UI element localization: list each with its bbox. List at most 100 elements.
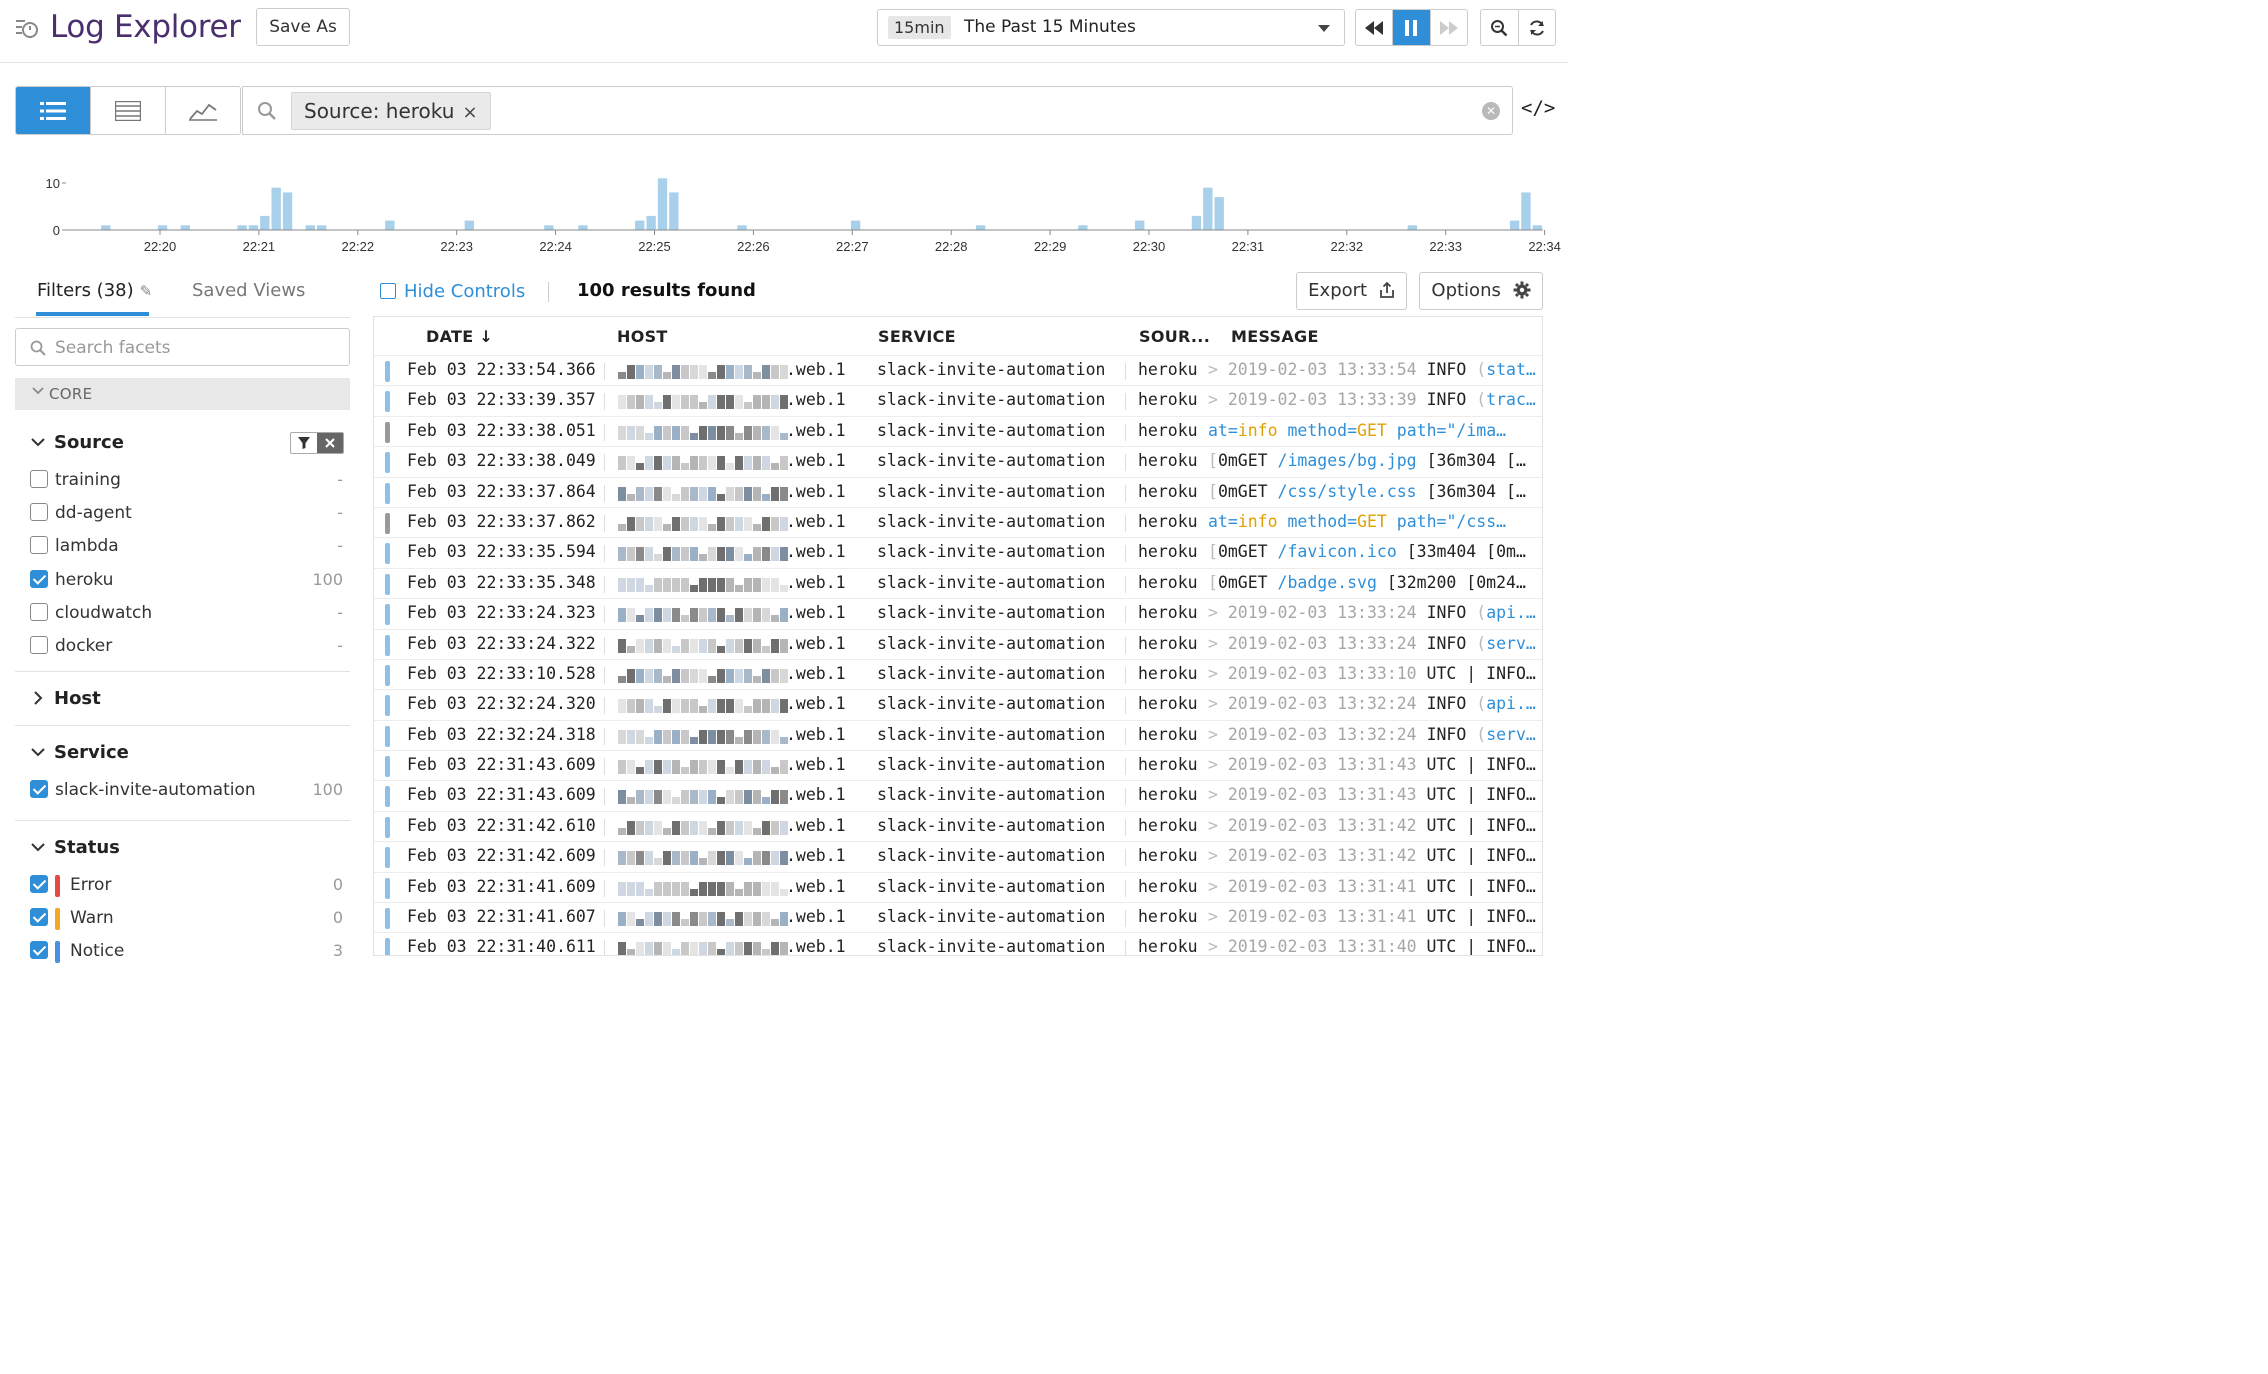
checkbox[interactable] — [30, 780, 48, 798]
facet-item[interactable]: Notice 3 — [30, 938, 345, 964]
histogram-bar[interactable] — [101, 225, 111, 230]
log-message[interactable]: at=info method=GET path="/css… — [1208, 512, 1538, 531]
tab-filters[interactable]: Filters (38) ✎ — [37, 280, 152, 311]
table-row[interactable]: Feb 03 22:31:43.609 .web.1 slack-invite-au… — [374, 750, 1542, 780]
fast-forward-button[interactable] — [1431, 10, 1467, 45]
log-message[interactable]: at=info method=GET path="/ima… — [1208, 421, 1538, 440]
table-row[interactable]: Feb 03 22:33:39.357 .web.1 slack-invite-au… — [374, 385, 1542, 415]
histogram-bar[interactable] — [578, 225, 588, 230]
histogram-bar[interactable] — [237, 225, 247, 230]
facet-item[interactable]: heroku 100 — [30, 567, 345, 593]
checkbox[interactable] — [30, 569, 48, 588]
table-row[interactable]: Feb 03 22:33:35.348 .web.1 slack-invite-au… — [374, 567, 1542, 598]
log-message[interactable]: > 2019-02-03 13:31:40 UTC | INFO … — [1208, 937, 1538, 955]
facet-item[interactable]: Error 0 — [30, 872, 345, 898]
histogram-bar[interactable] — [657, 178, 668, 230]
log-message[interactable]: > 2019-02-03 13:32:24 INFO (serv… — [1208, 725, 1538, 744]
histogram-bar[interactable] — [1407, 225, 1418, 230]
log-message[interactable]: [0mGET /badge.svg [32m200 [0m24… — [1208, 573, 1538, 592]
tab-list-view[interactable] — [16, 87, 91, 134]
log-message[interactable]: > 2019-02-03 13:31:41 UTC | INFO … — [1208, 907, 1538, 926]
histogram-bar[interactable] — [737, 225, 747, 230]
facet-host-header[interactable]: Host — [15, 686, 350, 714]
zoom-button[interactable] — [1481, 10, 1519, 45]
table-row[interactable]: Feb 03 22:33:37.862 .web.1 slack-invite-au… — [374, 506, 1542, 537]
checkbox[interactable] — [30, 536, 48, 555]
table-row[interactable]: Feb 03 22:33:10.528 .web.1 slack-invite-au… — [374, 658, 1542, 689]
pause-button[interactable] — [1393, 10, 1431, 45]
histogram-bar[interactable] — [180, 225, 190, 230]
remove-facet-button[interactable] — [317, 433, 343, 453]
checkbox[interactable] — [30, 503, 48, 522]
facet-item[interactable]: docker - — [30, 633, 345, 659]
filter-button[interactable] — [291, 433, 317, 453]
table-row[interactable]: Feb 03 22:31:43.609 .web.1 slack-invite-au… — [374, 780, 1542, 810]
histogram-bar[interactable] — [1509, 220, 1520, 230]
histogram-bar[interactable] — [1078, 225, 1088, 230]
table-row[interactable]: Feb 03 22:32:24.320 .web.1 slack-invite-au… — [374, 689, 1542, 719]
log-message[interactable]: > 2019-02-03 13:31:41 UTC | INFO … — [1208, 877, 1538, 896]
log-message[interactable]: [0mGET /css/style.css [36m304 [… — [1208, 482, 1538, 501]
facet-item[interactable]: Warn 0 — [30, 905, 345, 931]
histogram-bar[interactable] — [544, 225, 554, 230]
histogram-bar[interactable] — [1521, 192, 1531, 230]
tab-patterns-view[interactable] — [91, 87, 166, 134]
histogram-bar[interactable] — [305, 225, 315, 230]
table-row[interactable]: Feb 03 22:33:38.051 .web.1 slack-invite-au… — [374, 415, 1542, 446]
log-message[interactable]: > 2019-02-03 13:31:43 UTC | INFO … — [1208, 755, 1538, 774]
checkbox[interactable] — [30, 636, 48, 654]
table-row[interactable]: Feb 03 22:32:24.318 .web.1 slack-invite-au… — [374, 719, 1542, 750]
histogram-bar[interactable] — [1191, 215, 1202, 230]
histogram-bar[interactable] — [669, 192, 679, 230]
log-message[interactable]: > 2019-02-03 13:31:43 UTC | INFO … — [1208, 785, 1538, 804]
checkbox[interactable] — [30, 470, 48, 488]
table-row[interactable]: Feb 03 22:31:41.609 .web.1 slack-invite-au… — [374, 871, 1542, 902]
clear-search-icon[interactable]: ✕ — [1482, 102, 1500, 120]
table-row[interactable]: Feb 03 22:31:41.607 .web.1 slack-invite-au… — [374, 902, 1542, 932]
hide-controls-button[interactable]: Hide Controls — [380, 281, 525, 302]
histogram-bar[interactable] — [1214, 197, 1224, 230]
column-header-service[interactable]: SERVICE — [878, 327, 956, 346]
table-row[interactable]: Feb 03 22:33:35.594 .web.1 slack-invite-au… — [374, 537, 1542, 567]
checkbox[interactable] — [30, 602, 48, 621]
core-section-header[interactable]: CORE — [15, 378, 350, 410]
column-header-date[interactable]: DATE ↓ — [426, 327, 493, 346]
histogram-bar[interactable] — [975, 225, 986, 230]
log-message[interactable]: [0mGET /favicon.ico [33m404 [0m… — [1208, 542, 1538, 561]
time-range-select[interactable]: 15min The Past 15 Minutes — [877, 9, 1345, 46]
checkbox[interactable] — [30, 941, 48, 959]
checkbox[interactable] — [30, 875, 48, 893]
histogram-bar[interactable] — [850, 220, 861, 230]
facet-item[interactable]: cloudwatch - — [30, 600, 345, 626]
facet-item[interactable]: slack-invite-automation 100 — [30, 777, 345, 803]
tab-saved-views[interactable]: Saved Views — [192, 280, 305, 301]
histogram-bar[interactable] — [385, 220, 395, 230]
facet-item[interactable]: dd-agent - — [30, 500, 345, 526]
column-header-host[interactable]: HOST — [617, 327, 668, 346]
log-histogram[interactable]: 10 0 22:20 22:21 22:22 22:23 22:24 22:25 22:26 22… — [0, 165, 1568, 265]
code-icon[interactable]: </> — [1521, 97, 1555, 119]
histogram-bar[interactable] — [260, 215, 270, 230]
table-row[interactable]: Feb 03 22:31:40.611 .web.1 slack-invite-au… — [374, 932, 1542, 955]
log-message[interactable]: > 2019-02-03 13:33:24 INFO (api.… — [1208, 603, 1538, 622]
log-message[interactable]: > 2019-02-03 13:33:10 UTC | INFO … — [1208, 664, 1538, 683]
log-message[interactable]: > 2019-02-03 13:33:54 INFO (stat… — [1208, 360, 1538, 379]
checkbox[interactable] — [30, 908, 48, 926]
table-row[interactable]: Feb 03 22:33:37.864 .web.1 slack-invite-au… — [374, 476, 1542, 507]
facet-search-input[interactable]: Search facets — [15, 328, 350, 366]
histogram-bar[interactable] — [282, 192, 293, 230]
table-row[interactable]: Feb 03 22:33:24.323 .web.1 slack-invite-au… — [374, 598, 1542, 628]
facet-item[interactable]: training - — [30, 467, 345, 493]
histogram-bar[interactable] — [157, 225, 168, 230]
chip-close-icon[interactable]: × — [462, 102, 477, 123]
histogram-bar[interactable] — [464, 220, 475, 230]
log-message[interactable]: > 2019-02-03 13:33:39 INFO (trac… — [1208, 390, 1538, 409]
options-button[interactable]: Options — [1419, 272, 1543, 310]
refresh-button[interactable] — [1519, 10, 1556, 45]
histogram-bar[interactable] — [1532, 225, 1542, 230]
histogram-bar[interactable] — [248, 225, 259, 230]
table-row[interactable]: Feb 03 22:33:54.366 .web.1 slack-invite-au… — [374, 355, 1542, 385]
table-row[interactable]: Feb 03 22:33:38.049 .web.1 slack-invite-au… — [374, 446, 1542, 476]
query-chip[interactable]: Source: heroku × — [291, 92, 491, 130]
export-button[interactable]: Export — [1296, 272, 1407, 310]
